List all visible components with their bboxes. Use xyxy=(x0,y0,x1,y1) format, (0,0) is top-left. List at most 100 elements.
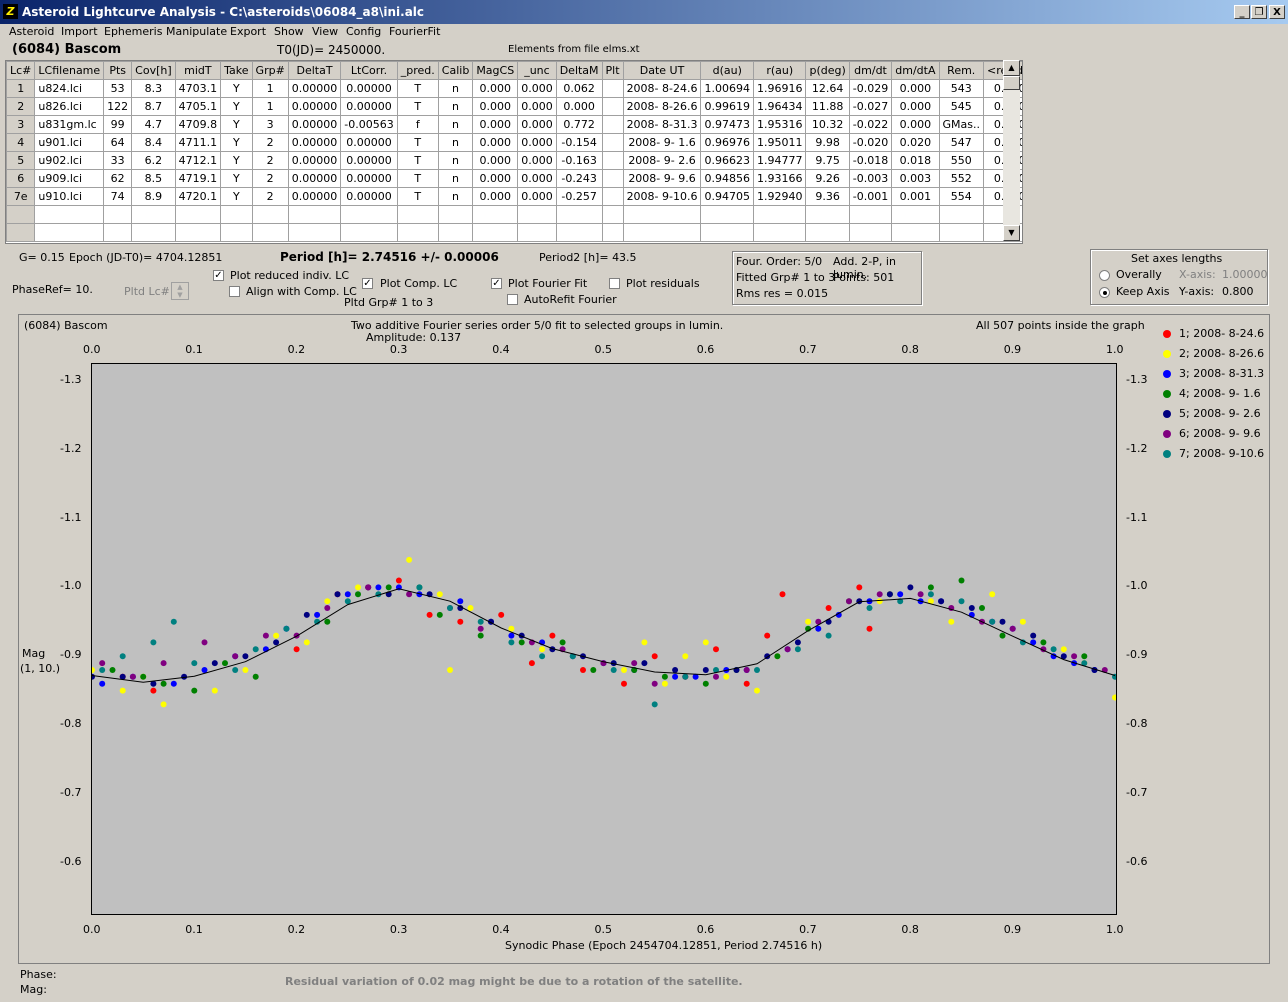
table-row[interactable]: 1 u824.lci 53 8.3 4703.1 Y 1 0.00000 0.00000 Tn 0.… xyxy=(6,79,1022,98)
table-cell[interactable]: 2008- 9- 1.6 xyxy=(622,133,702,152)
table-cell[interactable]: 74 xyxy=(103,187,133,206)
table-cell[interactable] xyxy=(34,223,105,242)
table-cell[interactable]: 1.00694 xyxy=(700,79,754,98)
table-cell[interactable]: -0.018 xyxy=(848,151,893,170)
table-cell[interactable]: 4711.1 xyxy=(174,133,222,152)
table-cell[interactable] xyxy=(220,223,253,242)
table-cell[interactable]: 0.96976 xyxy=(700,133,754,152)
table-cell[interactable]: 0.000 xyxy=(517,151,557,170)
table-cell[interactable]: 4705.1 xyxy=(174,97,222,116)
table-cell[interactable]: 2 xyxy=(251,133,289,152)
table-cell[interactable]: 4709.8 xyxy=(174,115,222,134)
table-cell[interactable]: 9.98 xyxy=(805,133,850,152)
table-cell[interactable] xyxy=(601,133,624,152)
table-cell[interactable]: -0.022 xyxy=(848,115,893,134)
column-header[interactable]: d(au) xyxy=(700,61,754,80)
table-cell[interactable]: 8.3 xyxy=(131,79,176,98)
table-cell[interactable]: n xyxy=(437,151,474,170)
table-scrollbar[interactable]: ▲ ▼ xyxy=(1003,60,1020,241)
table-cell[interactable]: 0.00000 xyxy=(287,133,342,152)
table-row-empty[interactable] xyxy=(6,223,1022,242)
table-cell[interactable] xyxy=(472,223,519,242)
column-header[interactable]: midT xyxy=(174,61,222,80)
row-header[interactable]: 5 xyxy=(6,151,36,170)
table-cell[interactable]: Y xyxy=(220,115,253,134)
table-row-empty[interactable] xyxy=(6,205,1022,224)
table-row[interactable]: 6 u909.lci 62 8.5 4719.1 Y 2 0.00000 0.00000 Tn 0.… xyxy=(6,169,1022,188)
minimize-button[interactable]: _ xyxy=(1234,5,1250,19)
table-cell[interactable] xyxy=(891,223,940,242)
table-cell[interactable]: 4719.1 xyxy=(174,169,222,188)
table-cell[interactable] xyxy=(622,223,702,242)
table-cell[interactable]: 0.00000 xyxy=(340,169,398,188)
restore-button[interactable]: ❐ xyxy=(1251,5,1267,19)
table-cell[interactable]: n xyxy=(437,79,474,98)
menu-manipulate[interactable]: Manipulate xyxy=(166,25,227,38)
table-cell[interactable]: -0.243 xyxy=(555,169,603,188)
table-cell[interactable]: T xyxy=(396,169,439,188)
table-cell[interactable]: n xyxy=(437,115,474,134)
column-header[interactable]: Cov[h] xyxy=(131,61,176,80)
column-header[interactable]: _pred. xyxy=(396,61,439,80)
table-cell[interactable]: n xyxy=(437,133,474,152)
table-cell[interactable]: 0.000 xyxy=(517,115,557,134)
table-cell[interactable]: 1 xyxy=(251,97,289,116)
table-cell[interactable]: 0.000 xyxy=(517,79,557,98)
row-header[interactable]: 3 xyxy=(6,115,36,134)
table-cell[interactable]: -0.001 xyxy=(848,187,893,206)
table-cell[interactable] xyxy=(131,223,176,242)
table-cell[interactable]: n xyxy=(437,187,474,206)
table-cell[interactable]: 0.000 xyxy=(472,79,519,98)
table-cell[interactable]: T xyxy=(396,97,439,116)
table-cell[interactable]: Y xyxy=(220,187,253,206)
table-cell[interactable]: 545 xyxy=(938,97,984,116)
table-cell[interactable] xyxy=(287,205,342,224)
menu-fourierfit[interactable]: FourierFit xyxy=(389,25,440,38)
table-cell[interactable]: -0.257 xyxy=(555,187,603,206)
table-cell[interactable] xyxy=(752,205,807,224)
row-header[interactable]: 4 xyxy=(6,133,36,152)
table-cell[interactable]: Y xyxy=(220,151,253,170)
table-cell[interactable] xyxy=(517,205,557,224)
column-header[interactable]: Take xyxy=(220,61,253,80)
table-cell[interactable]: -0.029 xyxy=(848,79,893,98)
table-cell[interactable]: 0.000 xyxy=(891,79,940,98)
table-cell[interactable]: u910.lci xyxy=(34,187,105,206)
column-header[interactable]: DeltaT xyxy=(287,61,342,80)
table-cell[interactable] xyxy=(601,151,624,170)
table-cell[interactable] xyxy=(251,223,289,242)
table-cell[interactable] xyxy=(938,223,984,242)
table-cell[interactable] xyxy=(251,205,289,224)
table-cell[interactable] xyxy=(34,205,105,224)
table-cell[interactable]: 6.2 xyxy=(131,151,176,170)
table-cell[interactable] xyxy=(340,223,398,242)
xaxis-value[interactable]: 1.00000 xyxy=(1222,268,1268,281)
table-cell[interactable]: 8.4 xyxy=(131,133,176,152)
table-row[interactable]: 7e u910.lci 74 8.9 4720.1 Y 2 0.00000 0.00000 Tn 0… xyxy=(6,187,1022,206)
column-header[interactable]: Plt xyxy=(601,61,624,80)
menu-view[interactable]: View xyxy=(312,25,338,38)
table-cell[interactable]: 0.94705 xyxy=(700,187,754,206)
table-cell[interactable]: 62 xyxy=(103,169,133,188)
column-header[interactable]: Rem. xyxy=(938,61,984,80)
table-cell[interactable]: 1.93166 xyxy=(752,169,807,188)
table-cell[interactable]: u909.lci xyxy=(34,169,105,188)
table-cell[interactable] xyxy=(601,205,624,224)
table-cell[interactable]: u826.lci xyxy=(34,97,105,116)
menu-export[interactable]: Export xyxy=(230,25,266,38)
table-cell[interactable]: 0.000 xyxy=(472,97,519,116)
table-cell[interactable]: 11.88 xyxy=(805,97,850,116)
column-header[interactable]: r(au) xyxy=(752,61,807,80)
table-cell[interactable]: 33 xyxy=(103,151,133,170)
table-cell[interactable] xyxy=(472,205,519,224)
table-cell[interactable] xyxy=(601,97,624,116)
table-cell[interactable]: 1.96434 xyxy=(752,97,807,116)
column-header[interactable]: Lc# xyxy=(6,61,36,80)
table-cell[interactable]: T xyxy=(396,151,439,170)
table-cell[interactable]: 0.000 xyxy=(891,115,940,134)
table-cell[interactable]: 2008- 8-26.6 xyxy=(622,97,702,116)
menu-asteroid[interactable]: Asteroid xyxy=(9,25,54,38)
table-cell[interactable]: 10.32 xyxy=(805,115,850,134)
table-cell[interactable] xyxy=(340,205,398,224)
table-cell[interactable]: 0.00000 xyxy=(287,79,342,98)
